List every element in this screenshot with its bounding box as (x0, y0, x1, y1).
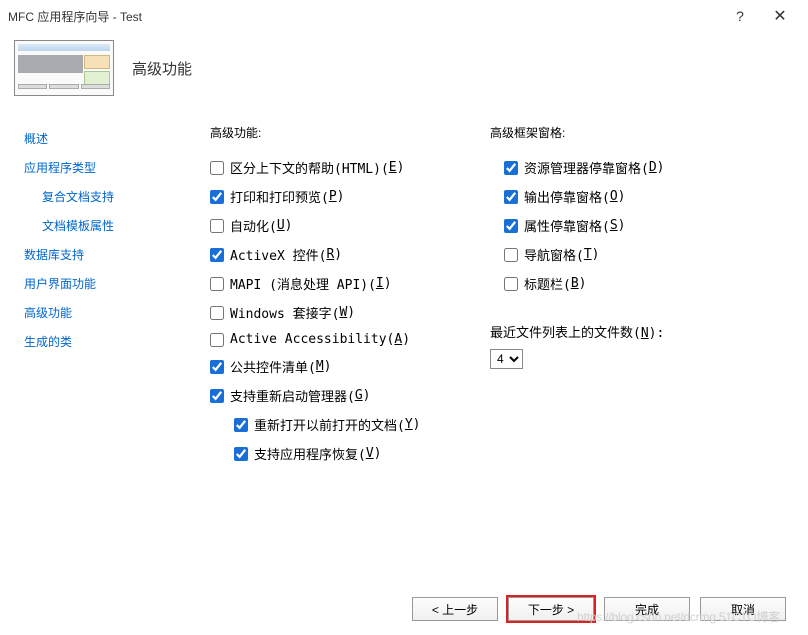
checkbox[interactable] (210, 190, 224, 204)
checkbox[interactable] (210, 277, 224, 291)
advanced-features-list: 区分上下文的帮助(HTML)(E)打印和打印预览(P)自动化(U)ActiveX… (196, 153, 490, 468)
close-button[interactable]: ✕ (760, 2, 800, 30)
sidebar-item-7[interactable]: 生成的类 (24, 327, 196, 356)
checkbox-row[interactable]: MAPI (消息处理 API)(I) (196, 269, 490, 298)
sidebar-item-3[interactable]: 文档模板属性 (24, 211, 196, 240)
checkbox-row[interactable]: 重新打开以前打开的文档(Y) (196, 410, 490, 439)
checkbox-row[interactable]: 公共控件清单(M) (196, 352, 490, 381)
footer: < 上一步 下一步 > 完成 取消 (412, 597, 786, 621)
cancel-button[interactable]: 取消 (700, 597, 786, 621)
sidebar-item-4[interactable]: 数据库支持 (24, 240, 196, 269)
checkbox-row[interactable]: 区分上下文的帮助(HTML)(E) (196, 153, 490, 182)
preview-thumbnail (14, 40, 114, 96)
page-title: 高级功能 (132, 58, 192, 79)
checkbox[interactable] (210, 389, 224, 403)
checkbox-row[interactable]: 导航窗格(T) (490, 240, 784, 269)
checkbox[interactable] (210, 306, 224, 320)
sidebar-item-6[interactable]: 高级功能 (24, 298, 196, 327)
checkbox[interactable] (234, 447, 248, 461)
help-button[interactable]: ? (720, 2, 760, 30)
window-title: MFC 应用程序向导 - Test (8, 8, 720, 25)
checkbox[interactable] (504, 248, 518, 262)
header: 高级功能 (0, 32, 808, 104)
title-bar: MFC 应用程序向导 - Test ? ✕ (0, 0, 808, 32)
finish-button[interactable]: 完成 (604, 597, 690, 621)
sidebar: 概述应用程序类型复合文档支持文档模板属性数据库支持用户界面功能高级功能生成的类 (24, 112, 196, 468)
sidebar-item-2[interactable]: 复合文档支持 (24, 182, 196, 211)
mru-label: 最近文件列表上的文件数(N): (490, 322, 784, 341)
checkbox[interactable] (504, 277, 518, 291)
checkbox-row[interactable]: 资源管理器停靠窗格(D) (490, 153, 784, 182)
checkbox[interactable] (210, 161, 224, 175)
next-button[interactable]: 下一步 > (508, 597, 594, 621)
checkbox[interactable] (504, 161, 518, 175)
checkbox-row[interactable]: 属性停靠窗格(S) (490, 211, 784, 240)
checkbox[interactable] (504, 219, 518, 233)
checkbox[interactable] (210, 333, 224, 347)
checkbox-row[interactable]: ActiveX 控件(R) (196, 240, 490, 269)
frame-panes-list: 资源管理器停靠窗格(D)输出停靠窗格(O)属性停靠窗格(S)导航窗格(T)标题栏… (490, 153, 784, 298)
checkbox[interactable] (210, 219, 224, 233)
checkbox-row[interactable]: 输出停靠窗格(O) (490, 182, 784, 211)
sidebar-item-5[interactable]: 用户界面功能 (24, 269, 196, 298)
checkbox[interactable] (234, 418, 248, 432)
checkbox-row[interactable]: 支持应用程序恢复(V) (196, 439, 490, 468)
right-heading: 高级框架窗格: (490, 124, 784, 141)
checkbox-row[interactable]: Active Accessibility(A) (196, 327, 490, 352)
checkbox[interactable] (504, 190, 518, 204)
checkbox-row[interactable]: Windows 套接字(W) (196, 298, 490, 327)
mru-count-select[interactable]: 4 (490, 349, 523, 369)
checkbox-row[interactable]: 自动化(U) (196, 211, 490, 240)
checkbox[interactable] (210, 248, 224, 262)
sidebar-item-1[interactable]: 应用程序类型 (24, 153, 196, 182)
left-heading: 高级功能: (210, 124, 490, 141)
sidebar-item-0[interactable]: 概述 (24, 124, 196, 153)
checkbox-row[interactable]: 打印和打印预览(P) (196, 182, 490, 211)
back-button[interactable]: < 上一步 (412, 597, 498, 621)
checkbox[interactable] (210, 360, 224, 374)
checkbox-row[interactable]: 标题栏(B) (490, 269, 784, 298)
checkbox-row[interactable]: 支持重新启动管理器(G) (196, 381, 490, 410)
